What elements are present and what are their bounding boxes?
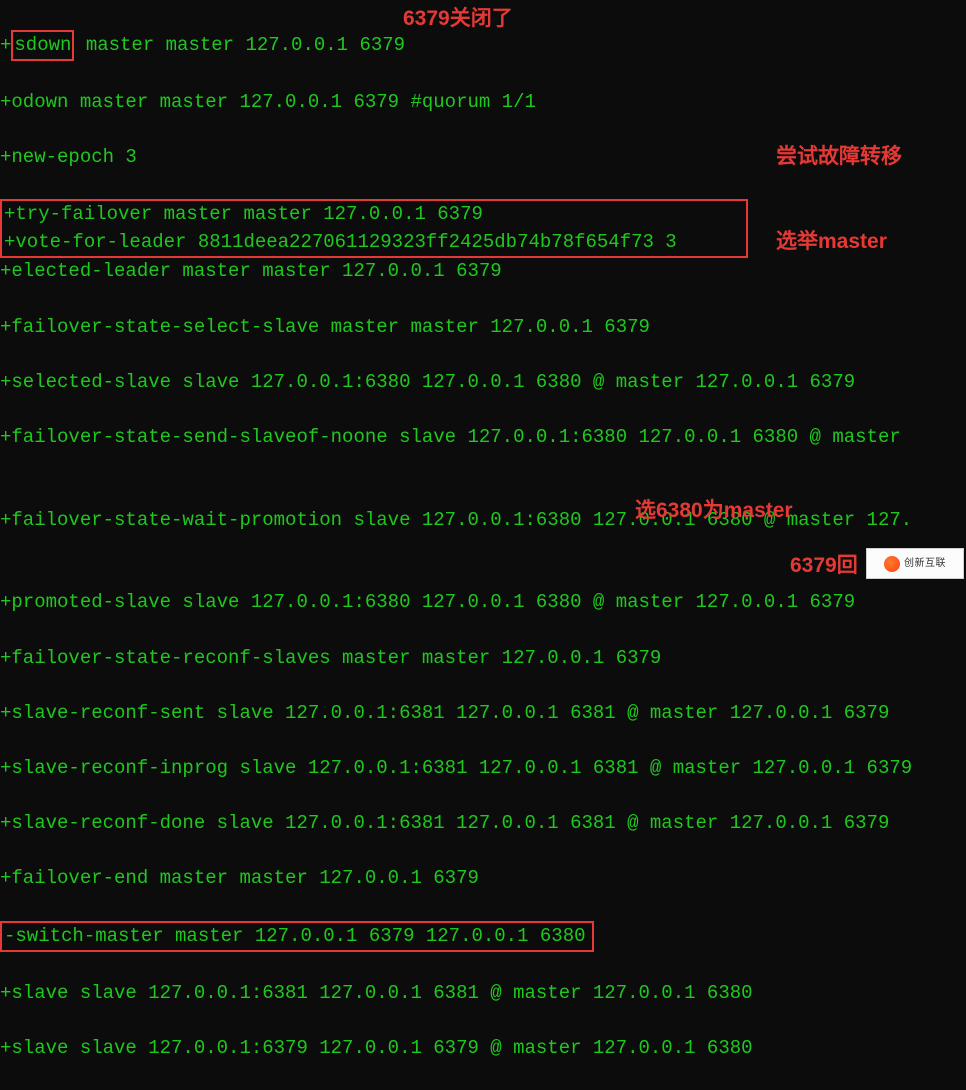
log-line: +slave-reconf-done slave 127.0.0.1:6381 …: [0, 810, 912, 838]
log-line: +selected-slave slave 127.0.0.1:6380 127…: [0, 369, 912, 397]
text-switch-master: -switch-master master 127.0.0.1 6379 127…: [4, 925, 586, 947]
log-line: +failover-end master master 127.0.0.1 63…: [0, 865, 912, 893]
log-line: +slave slave 127.0.0.1:6379 127.0.0.1 63…: [0, 1035, 912, 1063]
annotation-failover-line1: 尝试故障转移: [776, 143, 902, 171]
watermark-text: 创新互联: [904, 550, 946, 578]
log-line: +failover-state-select-slave master mast…: [0, 314, 912, 342]
watermark-logo-icon: [884, 556, 900, 572]
annotation-6379-closed: 6379关闭了: [403, 5, 513, 33]
log-line: +slave slave 127.0.0.1:6381 127.0.0.1 63…: [0, 980, 912, 1008]
log-line: +failover-state-send-slaveof-noone slave…: [0, 424, 912, 452]
log-line: +slave-reconf-inprog slave 127.0.0.1:638…: [0, 755, 912, 783]
log-line: +try-failover master master 127.0.0.1 63…: [4, 201, 744, 229]
annotation-failover-line2: 选举master: [776, 228, 902, 256]
log-line: +promoted-slave slave 127.0.0.1:6380 127…: [0, 589, 912, 617]
log-line: +slave-reconf-sent slave 127.0.0.1:6381 …: [0, 700, 912, 728]
log-line-box-group: +try-failover master master 127.0.0.1 63…: [0, 199, 748, 258]
annotation-failover: 尝试故障转移 选举master: [776, 88, 902, 283]
text-l0rest: master master 127.0.0.1 6379: [74, 34, 405, 56]
watermark-badge: 创新互联: [866, 548, 964, 579]
log-line-box: -switch-master master 127.0.0.1 6379 127…: [0, 921, 912, 953]
annotation-6379-back: 6379回: [790, 552, 858, 580]
annotation-6380-master: 选6380为master: [635, 497, 793, 525]
log-line: +sdown master master 127.0.0.1 6379: [0, 30, 912, 62]
text-sdown: sdown: [14, 34, 71, 56]
log-line: +vote-for-leader 8811deea227061129323ff2…: [4, 229, 744, 257]
log-line: +failover-state-reconf-slaves master mas…: [0, 645, 912, 673]
